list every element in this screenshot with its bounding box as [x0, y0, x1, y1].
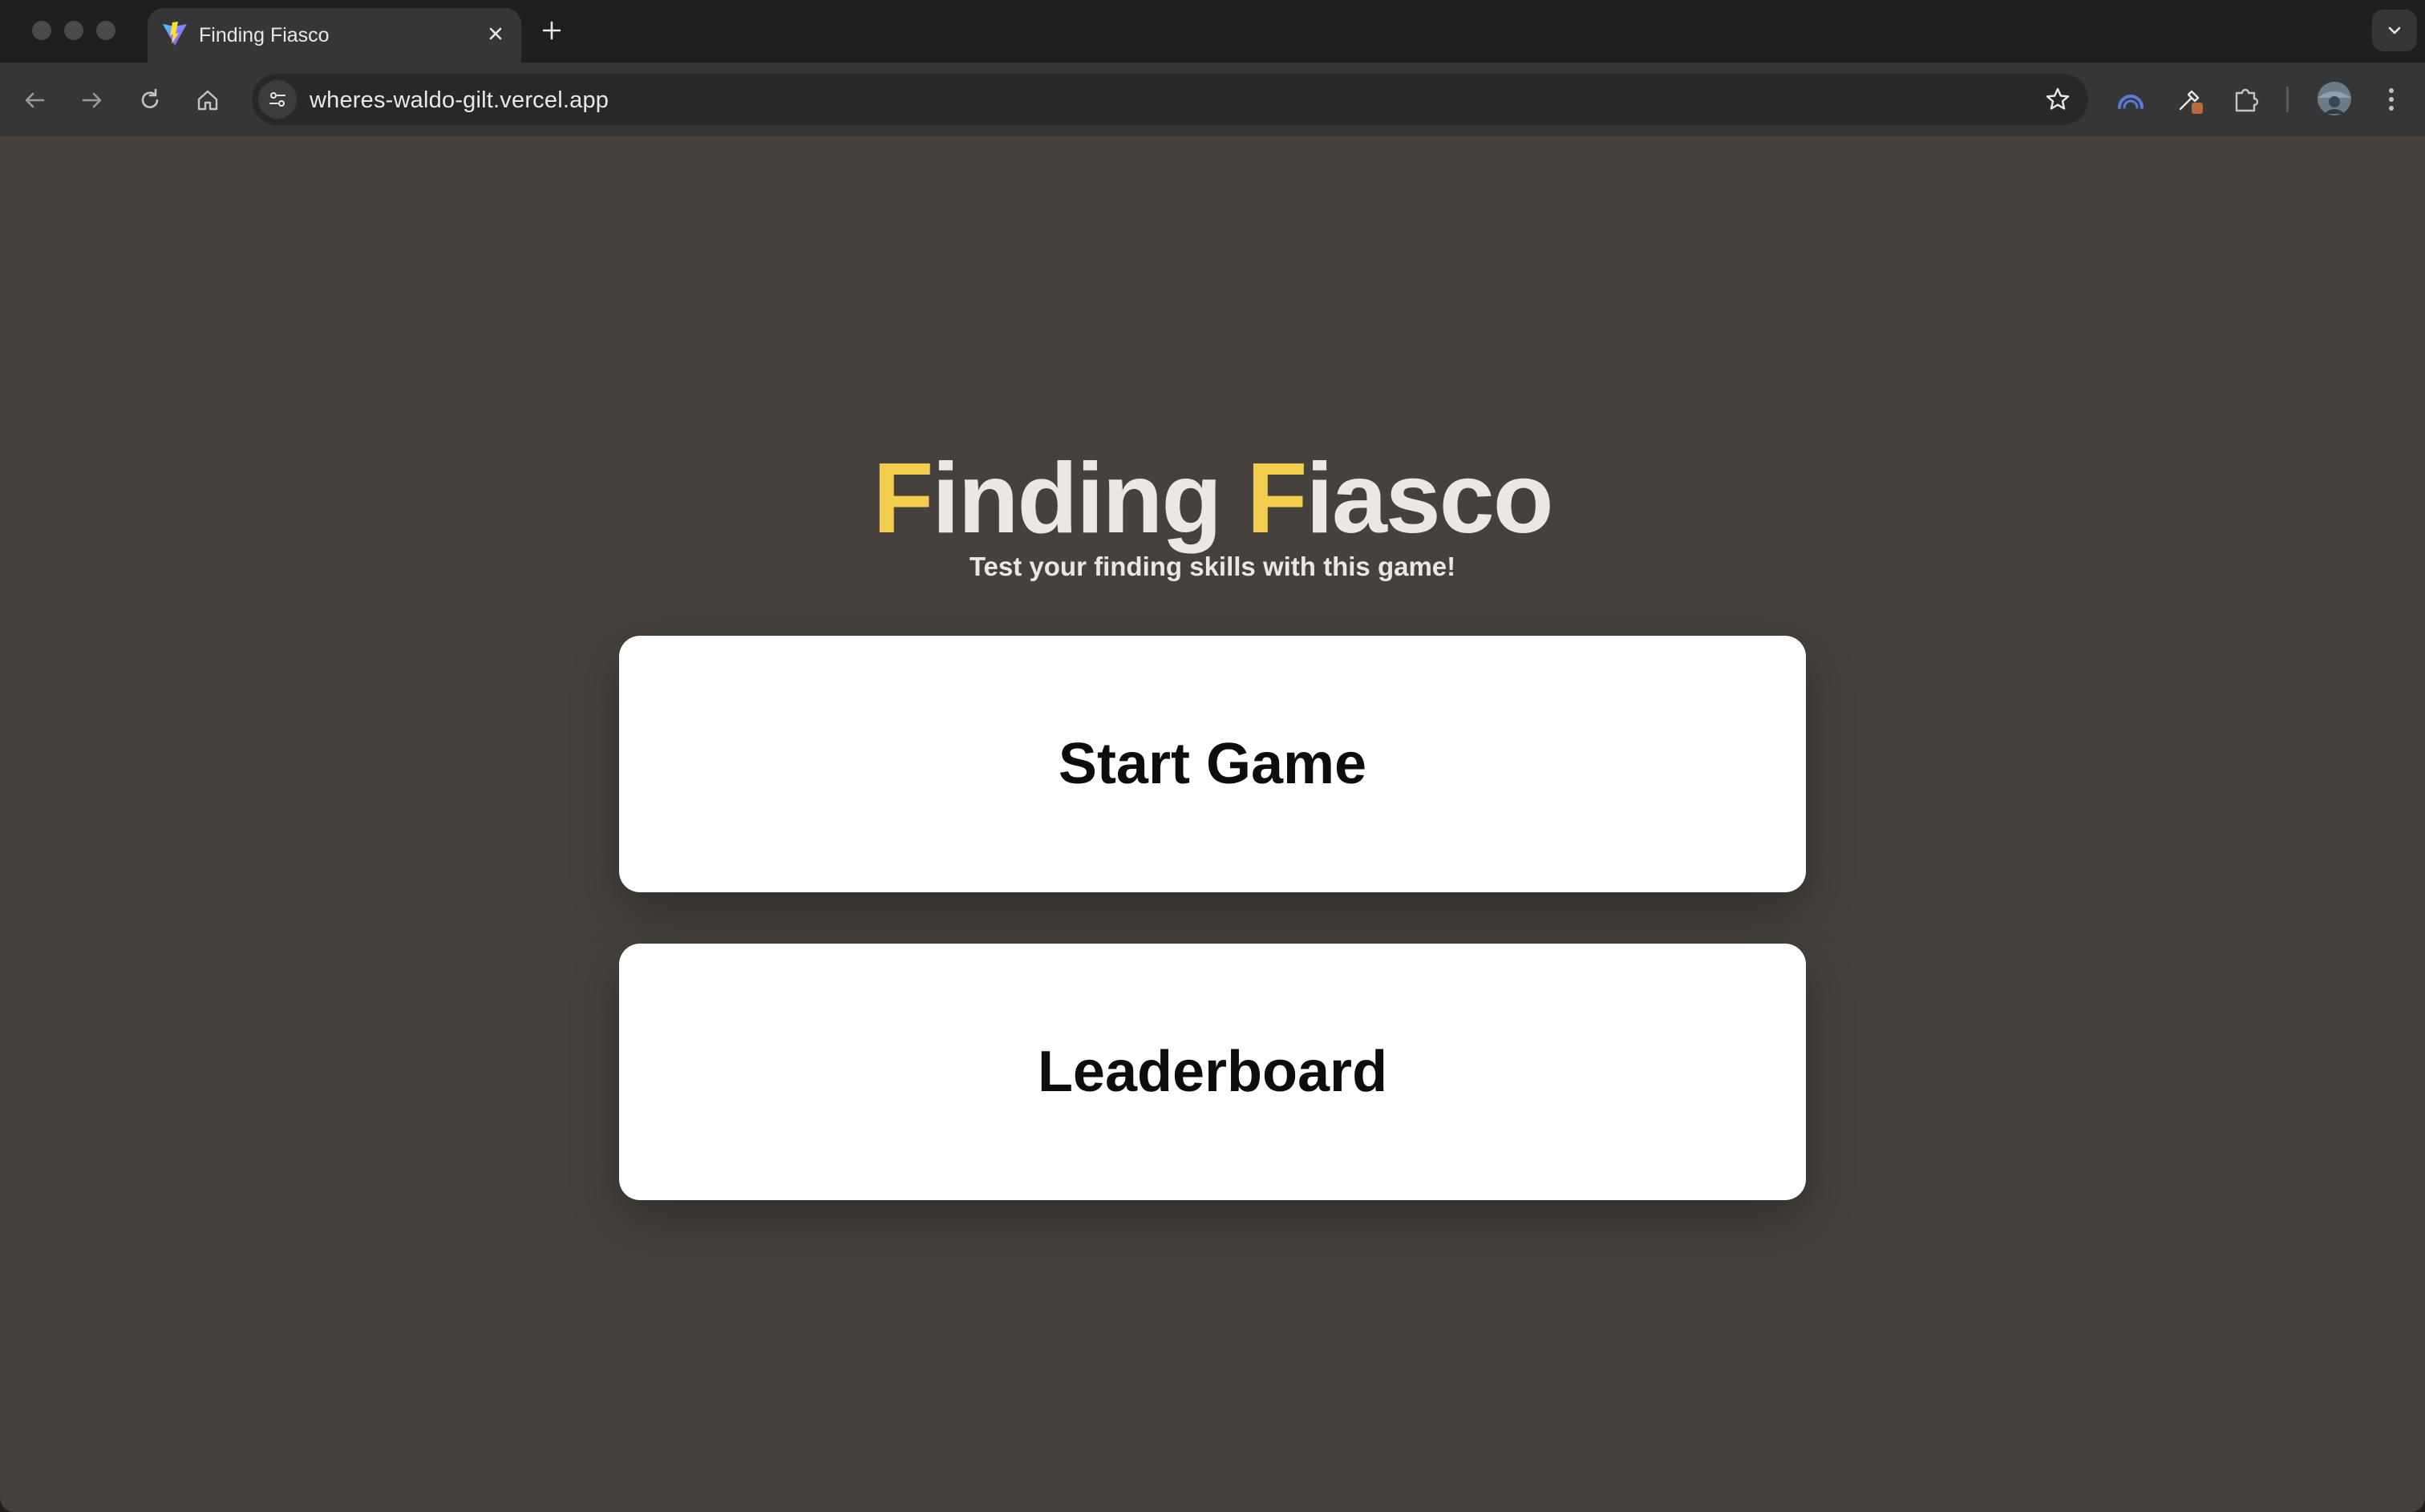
vite-logo-icon: [163, 22, 187, 46]
url-text: wheres-waldo-gilt.vercel.app: [310, 87, 609, 113]
back-arrow-icon[interactable]: [21, 87, 48, 114]
leaderboard-button[interactable]: Leaderboard: [619, 944, 1806, 1200]
forward-arrow-icon[interactable]: [79, 87, 106, 114]
profile-avatar[interactable]: [2316, 80, 2353, 117]
page-subtitle: Test your finding skills with this game!: [969, 552, 1456, 581]
browser-toolbar: wheres-waldo-gilt.vercel.app: [0, 63, 2425, 136]
new-tab-icon[interactable]: [539, 18, 565, 43]
title-accent-letter: F: [1246, 443, 1308, 554]
start-game-button[interactable]: Start Game: [619, 636, 1806, 892]
site-info-button[interactable]: [258, 80, 297, 119]
title-text: iasco: [1306, 443, 1553, 554]
extension-eyedropper-icon[interactable]: [2174, 83, 2206, 115]
bookmark-star-icon[interactable]: [2043, 85, 2072, 114]
maximize-window-button[interactable]: [96, 21, 115, 40]
home-icon[interactable]: [194, 87, 221, 114]
tune-icon: [269, 92, 285, 107]
more-menu-icon[interactable]: [2375, 83, 2407, 115]
extensions-puzzle-icon[interactable]: [2230, 83, 2262, 115]
extension-arc-icon[interactable]: [2115, 83, 2147, 115]
window-controls: [32, 21, 115, 40]
close-window-button[interactable]: [32, 21, 51, 40]
tab-title: Finding Fiasco: [199, 24, 330, 46]
minimize-window-button[interactable]: [64, 21, 83, 40]
address-bar[interactable]: wheres-waldo-gilt.vercel.app: [252, 74, 2088, 125]
tab-finding-fiasco[interactable]: Finding Fiasco: [148, 8, 521, 63]
title-text: inding: [932, 443, 1247, 554]
page-title: Finding Fiasco: [0, 449, 2425, 548]
browser-window: Finding Fiasco wheres-waldo-gilt.vercel.…: [0, 0, 2425, 1512]
tab-strip: Finding Fiasco: [0, 0, 2425, 63]
page-content: Finding Fiasco Test your finding skills …: [0, 136, 2425, 1512]
reload-icon[interactable]: [136, 87, 164, 114]
close-tab-icon[interactable]: [484, 22, 507, 45]
tab-search-button[interactable]: [2372, 10, 2417, 51]
title-accent-letter: F: [872, 443, 934, 554]
chevron-down-icon: [2388, 26, 2401, 34]
toolbar-divider: [2286, 87, 2289, 112]
